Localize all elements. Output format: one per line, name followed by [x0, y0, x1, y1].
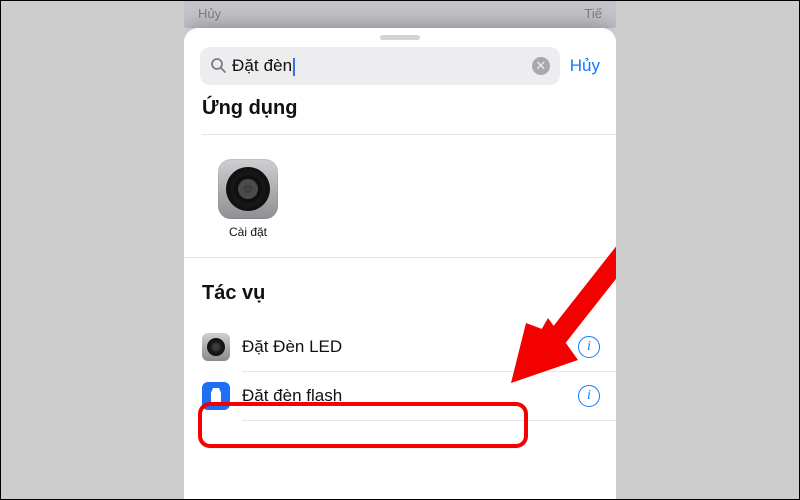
clear-search-button[interactable]: ✕: [532, 57, 550, 75]
apps-grid: Cài đặt: [184, 135, 616, 257]
phone-frame: Hủy Tiế Đặt đèn ✕ Hủy Ứng dụng: [184, 0, 616, 500]
divider: [242, 420, 616, 421]
action-set-flash[interactable]: Đặt đèn flash i: [184, 372, 616, 420]
section-title-apps: Ứng dụng: [184, 93, 616, 128]
cancel-button[interactable]: Hủy: [570, 56, 600, 76]
search-icon: [210, 57, 226, 76]
row-label: Đặt đèn flash: [242, 386, 566, 406]
background-sheet: Hủy Tiế: [184, 0, 616, 28]
app-settings[interactable]: Cài đặt: [208, 159, 288, 239]
search-bar-row: Đặt đèn ✕ Hủy: [184, 47, 616, 93]
text-cursor: [293, 58, 295, 76]
settings-icon: [202, 333, 230, 361]
row-label: Đặt Đèn LED: [242, 337, 566, 357]
actions-list: Đặt Đèn LED i Đặt đèn flash i: [184, 323, 616, 421]
section-title-actions: Tác vụ: [184, 258, 616, 323]
modal-sheet: Đặt đèn ✕ Hủy Ứng dụng Cài đặt Tác vụ: [184, 28, 616, 500]
search-field[interactable]: Đặt đèn ✕: [200, 47, 560, 85]
results-scroll[interactable]: Ứng dụng Cài đặt Tác vụ Đặt Đèn LED i: [184, 93, 616, 500]
behind-left-text: Hủy: [198, 6, 221, 22]
search-input[interactable]: Đặt đèn: [232, 56, 526, 76]
info-button[interactable]: i: [578, 336, 600, 358]
sheet-grabber[interactable]: [380, 35, 420, 40]
app-label: Cài đặt: [229, 225, 267, 239]
action-set-led[interactable]: Đặt Đèn LED i: [184, 323, 616, 371]
flashlight-icon: [202, 382, 230, 410]
settings-app-icon: [218, 159, 278, 219]
behind-right-text: Tiế: [584, 6, 602, 22]
info-button[interactable]: i: [578, 385, 600, 407]
